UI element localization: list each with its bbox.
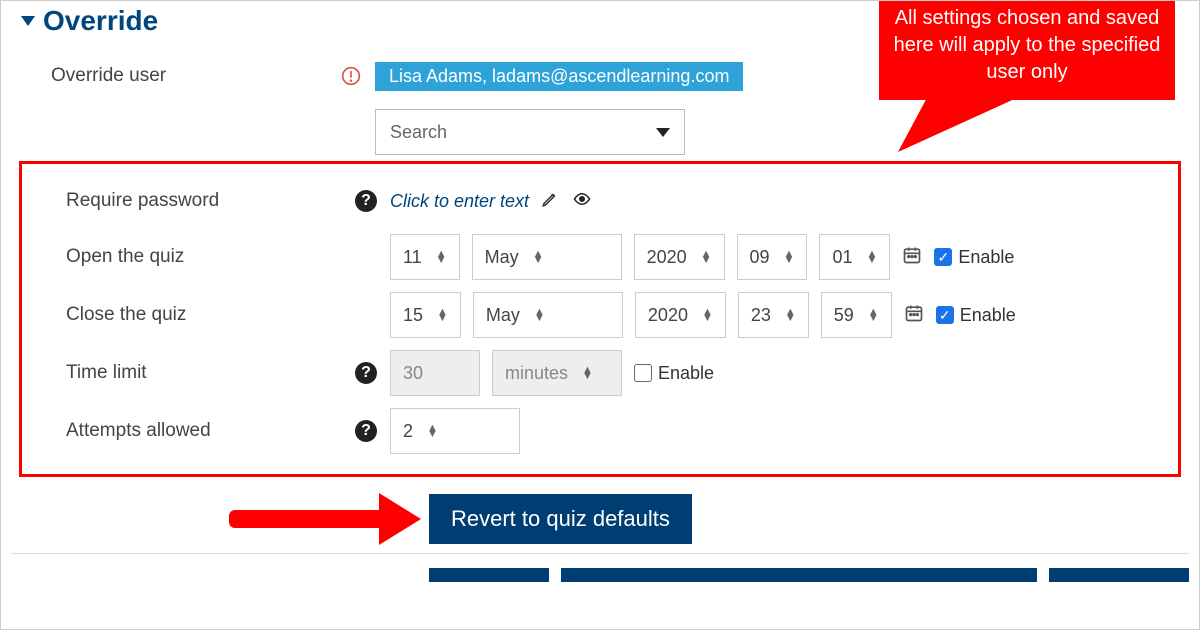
- annotation-arrow-icon: [229, 493, 421, 545]
- timelimit-unit-select[interactable]: minutes▲▼: [492, 350, 622, 396]
- chevron-down-icon: [656, 128, 670, 137]
- sort-icon: ▲▼: [582, 367, 593, 379]
- password-input[interactable]: Click to enter text: [390, 191, 529, 212]
- sort-icon: ▲▼: [436, 251, 447, 263]
- close-day-select[interactable]: 15▲▼: [390, 292, 461, 338]
- checkbox-checked-icon: ✓: [934, 248, 952, 266]
- row-attempts: Attempts allowed ? 2▲▼: [26, 402, 1176, 460]
- calendar-icon[interactable]: [902, 245, 922, 270]
- highlight-box: Require password ? Click to enter text O…: [19, 161, 1181, 477]
- close-minute-select[interactable]: 59▲▼: [821, 292, 892, 338]
- timelimit-enable-checkbox[interactable]: Enable: [634, 363, 714, 384]
- timelimit-enable-label: Enable: [658, 363, 714, 384]
- sort-icon: ▲▼: [785, 309, 796, 321]
- sort-icon: ▲▼: [784, 251, 795, 263]
- close-month-select[interactable]: May▲▼: [473, 292, 623, 338]
- button-stub[interactable]: [429, 568, 549, 582]
- eye-icon[interactable]: [571, 190, 593, 213]
- row-open-quiz: Open the quiz 11▲▼ May▲▼ 2020▲▼ 09▲▼ 01▲…: [26, 228, 1176, 286]
- close-hour-select[interactable]: 23▲▼: [738, 292, 809, 338]
- row-time-limit: Time limit ? 30 minutes▲▼ Enable: [26, 344, 1176, 402]
- open-hour-select[interactable]: 09▲▼: [737, 234, 808, 280]
- collapse-icon: [21, 16, 35, 26]
- help-icon-timelimit[interactable]: ?: [346, 362, 386, 384]
- sort-icon: ▲▼: [534, 309, 545, 321]
- attempts-select[interactable]: 2▲▼: [390, 408, 520, 454]
- sort-icon: ▲▼: [437, 309, 448, 321]
- calendar-icon[interactable]: [904, 303, 924, 328]
- close-enable-label: Enable: [960, 305, 1016, 326]
- label-open-quiz: Open the quiz: [66, 246, 346, 268]
- bottom-button-row: [11, 554, 1189, 582]
- sort-icon: ▲▼: [533, 251, 544, 263]
- revert-button[interactable]: Revert to quiz defaults: [429, 494, 692, 544]
- info-callout: All settings chosen and saved here will …: [879, 1, 1175, 100]
- section-title: Override: [43, 5, 158, 37]
- label-override-user: Override user: [51, 65, 331, 87]
- row-close-quiz: Close the quiz 15▲▼ May▲▼ 2020▲▼ 23▲▼ 59…: [26, 286, 1176, 344]
- open-year-select[interactable]: 2020▲▼: [634, 234, 725, 280]
- row-revert: Revert to quiz defaults: [11, 483, 1189, 554]
- close-year-select[interactable]: 2020▲▼: [635, 292, 726, 338]
- sort-icon: ▲▼: [868, 309, 879, 321]
- open-enable-checkbox[interactable]: ✓ Enable: [934, 247, 1014, 268]
- button-stub[interactable]: [1049, 568, 1189, 582]
- label-password: Require password: [66, 190, 346, 212]
- sort-icon: ▲▼: [427, 425, 438, 437]
- open-day-select[interactable]: 11▲▼: [390, 234, 460, 280]
- timelimit-value-input[interactable]: 30: [390, 350, 480, 396]
- pencil-icon[interactable]: [541, 190, 559, 213]
- required-icon: [331, 66, 371, 86]
- checkbox-unchecked-icon: [634, 364, 652, 382]
- open-enable-label: Enable: [958, 247, 1014, 268]
- checkbox-checked-icon: ✓: [936, 306, 954, 324]
- callout-text: All settings chosen and saved here will …: [894, 7, 1161, 83]
- search-placeholder: Search: [390, 122, 447, 143]
- selected-user-chip[interactable]: Lisa Adams, ladams@ascendlearning.com: [375, 62, 743, 91]
- sort-icon: ▲▼: [702, 309, 713, 321]
- button-stub[interactable]: [561, 568, 1037, 582]
- sort-icon: ▲▼: [701, 251, 712, 263]
- close-enable-checkbox[interactable]: ✓ Enable: [936, 305, 1016, 326]
- help-icon-password[interactable]: ?: [346, 190, 386, 212]
- open-minute-select[interactable]: 01▲▼: [819, 234, 890, 280]
- sort-icon: ▲▼: [866, 251, 877, 263]
- label-attempts: Attempts allowed: [66, 420, 346, 442]
- open-month-select[interactable]: May▲▼: [472, 234, 622, 280]
- row-password: Require password ? Click to enter text: [26, 174, 1176, 228]
- label-time-limit: Time limit: [66, 362, 346, 384]
- label-close-quiz: Close the quiz: [66, 304, 346, 326]
- user-search-select[interactable]: Search: [375, 109, 685, 155]
- help-icon-attempts[interactable]: ?: [346, 420, 386, 442]
